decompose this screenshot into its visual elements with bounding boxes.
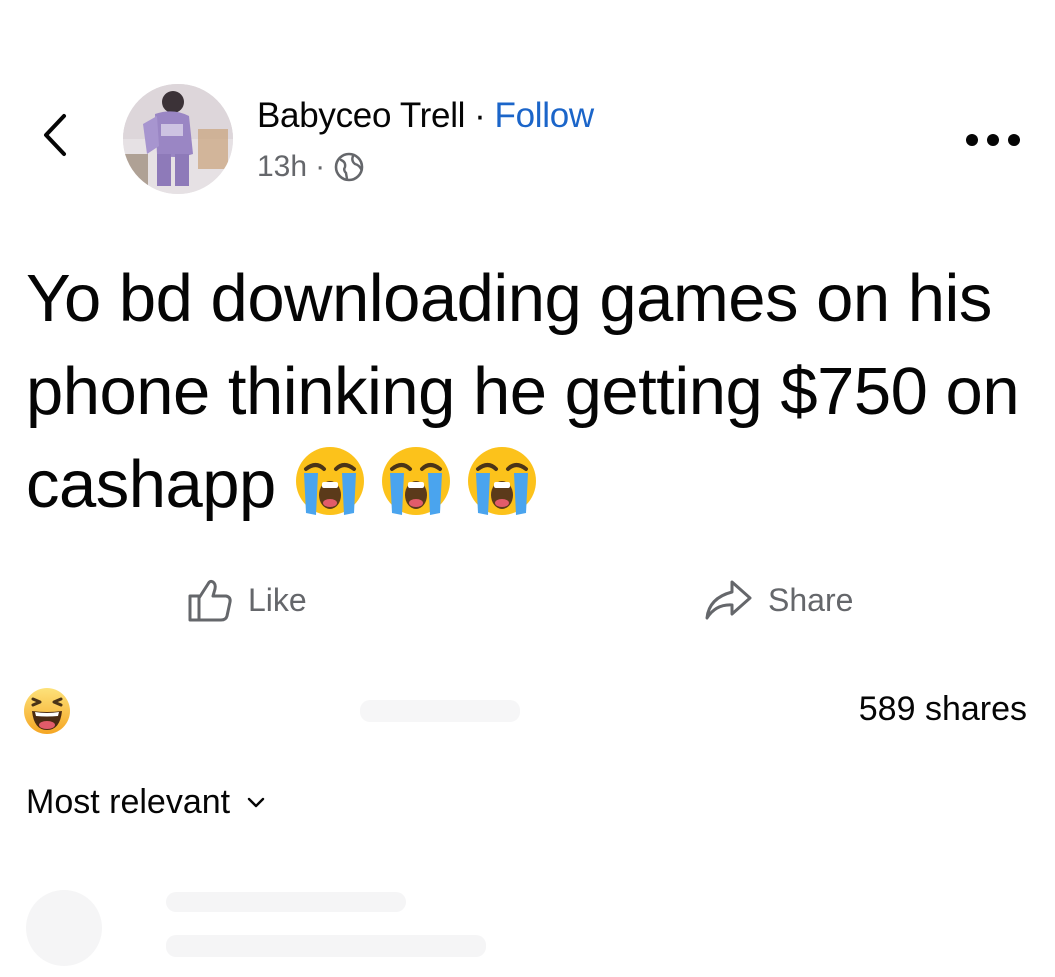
avatar-photo bbox=[123, 84, 233, 194]
chevron-left-icon bbox=[44, 114, 66, 156]
loudly-crying-face-icon bbox=[295, 447, 364, 515]
shares-count[interactable]: 589 shares bbox=[859, 690, 1027, 729]
globe-icon bbox=[333, 151, 365, 183]
back-button[interactable] bbox=[30, 105, 80, 165]
emoji-group bbox=[292, 443, 540, 519]
share-label: Share bbox=[768, 581, 854, 618]
share-arrow-icon bbox=[705, 580, 752, 620]
post-header-title: Babyceo Trell · Follow bbox=[257, 96, 594, 136]
faint-reaction-names bbox=[360, 700, 520, 722]
comment-line-placeholder bbox=[166, 892, 406, 912]
comment-sort-dropdown[interactable]: Most relevant bbox=[26, 783, 266, 822]
meta-separator: · bbox=[315, 150, 326, 183]
chevron-down-icon bbox=[247, 797, 265, 807]
title-separator: · bbox=[474, 96, 486, 135]
comment-avatar-placeholder bbox=[26, 890, 102, 966]
like-label: Like bbox=[248, 581, 307, 618]
post-timestamp[interactable]: 13h bbox=[257, 150, 307, 184]
thumbs-up-icon bbox=[188, 579, 232, 622]
share-button[interactable]: Share bbox=[702, 576, 853, 624]
loudly-crying-face-icon bbox=[381, 447, 450, 515]
comment-loading-placeholder bbox=[26, 880, 1026, 970]
follow-button[interactable]: Follow bbox=[495, 96, 595, 136]
reactions-summary[interactable] bbox=[22, 686, 72, 736]
sort-label: Most relevant bbox=[26, 783, 231, 821]
comment-line-placeholder bbox=[166, 935, 486, 957]
post-body: Yo bd downloading games on his phone thi… bbox=[26, 252, 1036, 531]
author-name[interactable]: Babyceo Trell bbox=[257, 96, 465, 136]
like-button[interactable]: Like bbox=[186, 576, 307, 624]
haha-reaction-icon bbox=[24, 688, 70, 734]
more-options-button[interactable] bbox=[962, 122, 1024, 158]
more-options-icon bbox=[966, 134, 1020, 146]
loudly-crying-face-icon bbox=[467, 447, 536, 515]
post-meta: 13h · bbox=[257, 150, 365, 184]
author-avatar[interactable] bbox=[123, 84, 233, 194]
